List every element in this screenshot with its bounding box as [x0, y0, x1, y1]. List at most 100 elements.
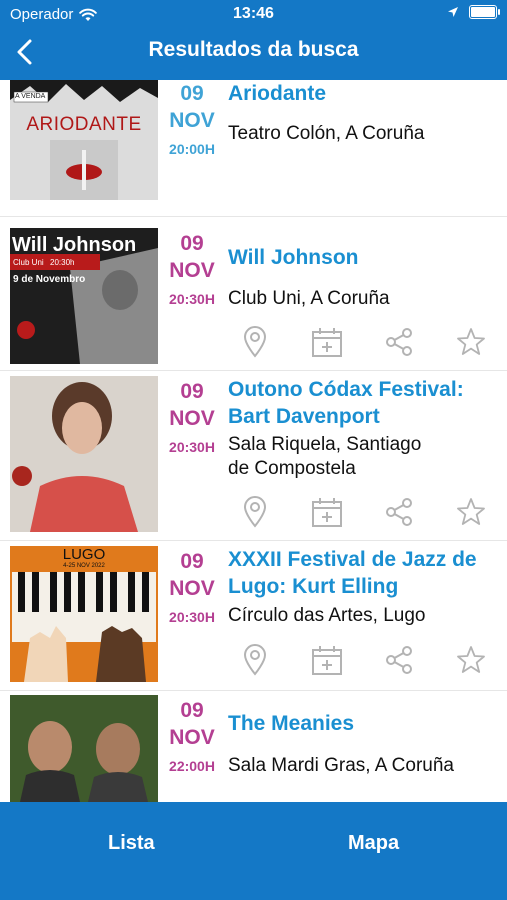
the-meanies-poster-image	[10, 695, 158, 802]
navigation-bar: Operador 13:46 Resultados da busca	[0, 0, 507, 80]
favorite-button[interactable]	[454, 495, 488, 529]
event-day: 09	[180, 82, 204, 105]
tab-map[interactable]: Mapa	[348, 832, 399, 855]
bart-davenport-poster-image	[10, 376, 158, 532]
event-day: 09	[180, 699, 204, 722]
event-title[interactable]: XXXII Festival de Jazz de Lugo: Kurt Ell…	[228, 546, 500, 600]
calendar-add-icon	[312, 498, 342, 527]
add-to-calendar-button[interactable]	[310, 325, 344, 359]
star-icon	[457, 498, 485, 525]
event-poster: A VENDA ARIODANTE	[10, 80, 158, 200]
event-day: 09	[180, 550, 204, 573]
event-actions	[228, 176, 498, 212]
poster-title: LUGO	[62, 546, 106, 563]
add-to-calendar-button[interactable]	[310, 643, 344, 677]
share-icon	[386, 646, 412, 674]
event-title[interactable]: Ariodante	[228, 80, 500, 107]
divider	[0, 216, 507, 217]
event-venue: Club Uni, A Coruña	[228, 287, 500, 311]
event-date: 09 NOV 20:30H	[160, 378, 224, 458]
event-title-line: Will Johnson	[228, 246, 359, 269]
event-title-line: Lugo: Kurt Elling	[228, 575, 399, 598]
share-icon	[386, 498, 412, 526]
event-time: 20:30H	[169, 439, 215, 455]
event-row-will-johnson[interactable]: Will Johnson Club Uni 20:30h 9 de Novemb…	[0, 228, 507, 378]
calendar-add-icon	[312, 328, 342, 357]
status-bar: Operador 13:46	[0, 0, 507, 28]
location-arrow-icon	[448, 7, 458, 17]
share-button[interactable]	[382, 495, 416, 529]
event-venue-line: Club Uni, A Coruña	[228, 288, 390, 309]
share-button[interactable]	[382, 325, 416, 359]
poster-title: Will Johnson	[12, 234, 137, 256]
event-date: 09 NOV 20:00H	[160, 80, 224, 160]
location-button[interactable]	[238, 495, 272, 529]
event-venue: Teatro Colón, A Coruña	[228, 122, 500, 146]
event-row-bart-davenport[interactable]: 09 NOV 20:30H Outono Códax Festival: Bar…	[0, 376, 507, 542]
event-poster	[10, 376, 158, 532]
event-venue-line: de Compostela	[228, 458, 356, 479]
favorite-button[interactable]	[454, 643, 488, 677]
event-month: NOV	[169, 577, 215, 600]
poster-time: 20:30h	[50, 258, 75, 267]
event-venue-line: Teatro Colón, A Coruña	[228, 123, 425, 144]
event-day: 09	[180, 232, 204, 255]
status-right	[447, 5, 500, 19]
event-month: NOV	[169, 259, 215, 282]
event-venue-line: Sala Mardi Gras, A Coruña	[228, 755, 454, 776]
page-title: Resultados da busca	[148, 38, 359, 61]
location-button[interactable]	[238, 643, 272, 677]
share-button[interactable]	[382, 643, 416, 677]
event-row-the-meanies[interactable]: 09 NOV 22:00H The Meanies Sala Mardi Gra…	[0, 695, 507, 802]
event-venue-line: Círculo das Artes, Lugo	[228, 605, 426, 626]
event-time: 20:30H	[169, 609, 215, 625]
event-list[interactable]: A VENDA ARIODANTE 09 NOV 20:00H Ariodant…	[0, 80, 507, 802]
location-button[interactable]	[238, 325, 272, 359]
event-row-kurt-elling[interactable]: LUGO 4-25 NOV 2022 09 NOV 20:30H XXXII F…	[0, 546, 507, 698]
event-venue: Sala Riquela, Santiago de Compostela	[228, 433, 500, 481]
event-date: 09 NOV 20:30H	[160, 230, 224, 310]
poster-title: ARIODANTE	[26, 114, 142, 135]
bottom-tab-bar: Lista Mapa	[0, 802, 507, 900]
share-icon	[386, 328, 412, 356]
poster-dates: 4-25 NOV 2022	[63, 563, 105, 569]
event-poster: Will Johnson Club Uni 20:30h 9 de Novemb…	[10, 228, 158, 364]
event-time: 20:30H	[169, 291, 215, 307]
event-title-line: The Meanies	[228, 712, 355, 735]
star-icon	[457, 646, 485, 673]
event-actions	[228, 494, 498, 530]
event-month: NOV	[169, 407, 215, 430]
event-title[interactable]: Outono Códax Festival: Bart Davenport	[228, 376, 500, 430]
event-venue-line: Sala Riquela, Santiago	[228, 434, 422, 455]
event-title-line: Ariodante	[228, 82, 327, 105]
add-to-calendar-button[interactable]	[310, 495, 344, 529]
event-time: 20:00H	[169, 141, 215, 157]
event-actions	[228, 642, 498, 678]
event-venue: Círculo das Artes, Lugo	[228, 604, 500, 628]
poster-tag: A VENDA	[15, 93, 46, 100]
event-title[interactable]: The Meanies	[228, 710, 500, 737]
event-row-ariodante[interactable]: A VENDA ARIODANTE 09 NOV 20:00H Ariodant…	[0, 80, 507, 232]
favorite-button[interactable]	[454, 325, 488, 359]
battery-icon	[469, 5, 500, 19]
event-poster	[10, 695, 158, 802]
calendar-add-icon	[312, 646, 342, 675]
event-title-line: Bart Davenport	[228, 405, 380, 428]
divider	[0, 690, 507, 691]
poster-venue: Club Uni	[13, 258, 44, 267]
event-month: NOV	[169, 726, 215, 749]
divider	[0, 540, 507, 541]
event-day: 09	[180, 380, 204, 403]
divider	[0, 370, 507, 371]
star-icon	[457, 328, 485, 355]
event-title-line: XXXII Festival de Jazz de	[228, 548, 477, 571]
event-title[interactable]: Will Johnson	[228, 244, 500, 271]
event-time: 22:00H	[169, 758, 215, 774]
status-time: 13:46	[233, 5, 274, 22]
event-date: 09 NOV 20:30H	[160, 548, 224, 628]
event-title-line: Outono Códax Festival:	[228, 378, 464, 401]
map-pin-icon	[243, 496, 267, 528]
map-pin-icon	[243, 326, 267, 358]
tab-list[interactable]: Lista	[108, 832, 155, 855]
event-date: 09 NOV 22:00H	[160, 697, 224, 777]
